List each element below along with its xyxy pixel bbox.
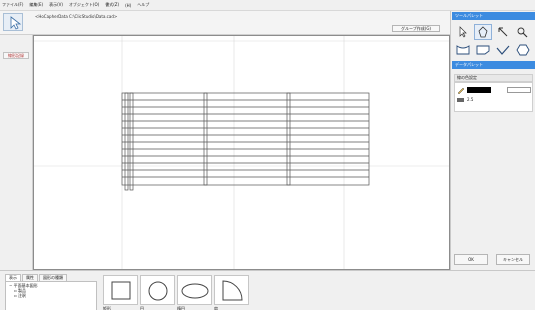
rectangle-icon bbox=[111, 281, 131, 300]
arrow-tool[interactable] bbox=[494, 24, 512, 40]
pointer-tool[interactable] bbox=[454, 24, 472, 40]
line-property-box: 2.5 bbox=[454, 82, 533, 112]
fence-drawing[interactable] bbox=[121, 92, 370, 191]
shape-item-rect[interactable]: 矩形 bbox=[103, 275, 138, 310]
zoom-tool[interactable] bbox=[514, 24, 532, 40]
menu-h[interactable]: (H) bbox=[125, 3, 131, 8]
arrow-icon bbox=[498, 27, 508, 37]
file-path: <HoCapherData C:\ClicStudio\Data.cad> bbox=[35, 14, 118, 19]
shape-caption: 円 bbox=[140, 306, 144, 310]
ok-button[interactable]: OK bbox=[454, 254, 488, 265]
ellipse-icon bbox=[181, 283, 209, 299]
line-width-icon bbox=[457, 98, 464, 102]
sector-icon bbox=[222, 280, 243, 301]
menu-edit[interactable]: 編集(E) bbox=[29, 2, 43, 8]
cursor-icon bbox=[10, 16, 22, 30]
pen-icon bbox=[457, 87, 465, 95]
tab-attributes[interactable]: 属性 bbox=[22, 274, 38, 281]
line-width-value[interactable]: 2.5 bbox=[467, 97, 473, 102]
line-color-label: 線の色設定 bbox=[454, 74, 533, 82]
line-color-swatch[interactable] bbox=[467, 87, 491, 93]
shape-caption: 矩形 bbox=[103, 306, 111, 310]
shape-thumbnail bbox=[140, 275, 175, 305]
tab-shape-tool[interactable] bbox=[474, 42, 492, 58]
shape-thumbnail bbox=[103, 275, 138, 305]
tree-item[interactable]: ▫ 注釈 bbox=[9, 293, 93, 298]
select-tool-button[interactable] bbox=[3, 13, 23, 31]
shape-item-circle[interactable]: 円 bbox=[140, 275, 175, 310]
shape-caption: 楕円 bbox=[177, 306, 185, 310]
shape-item-ellipse[interactable]: 楕円 bbox=[177, 275, 212, 310]
bottom-panel: 表示 属性 図形の種類 − 平面基本図形 ▫ 製品 ▫ 注釈 矩形 円 楕円 扇 bbox=[0, 270, 535, 310]
shape-thumbnail bbox=[177, 275, 212, 305]
menu-object[interactable]: オブジェクト(O) bbox=[69, 2, 99, 8]
tab-shape-type[interactable]: 図形の種類 bbox=[39, 274, 67, 281]
cancel-button[interactable]: キャンセル bbox=[496, 254, 530, 265]
bezier-shape-tool[interactable] bbox=[454, 42, 472, 58]
menu-file[interactable]: ファイル(F) bbox=[2, 2, 23, 8]
line-record-button[interactable]: 線形記録 bbox=[3, 52, 29, 59]
canvas-drawing bbox=[34, 36, 449, 269]
tab-shape-icon bbox=[476, 45, 490, 55]
fill-color-swatch[interactable] bbox=[507, 87, 531, 93]
hexagon-icon bbox=[516, 44, 530, 56]
group-create-button[interactable]: グループ作成(G) bbox=[392, 25, 440, 32]
menu-view[interactable]: 表示(V) bbox=[49, 2, 63, 8]
left-strip: 線形記録 bbox=[0, 35, 33, 270]
shape-tree: − 平面基本図形 ▫ 製品 ▫ 注釈 bbox=[5, 281, 97, 310]
data-palette-header: データパレット bbox=[452, 61, 535, 69]
bottom-tabs: 表示 属性 図形の種類 bbox=[5, 274, 68, 281]
drawing-canvas[interactable] bbox=[33, 35, 450, 270]
right-panel: ツールパレット データパレット 線の色設定 2.5 OK キャンセル bbox=[450, 11, 535, 270]
lasso-icon bbox=[478, 26, 488, 38]
hexagon-shape-tool[interactable] bbox=[514, 42, 532, 58]
check-shape-tool[interactable] bbox=[494, 42, 512, 58]
tab-view[interactable]: 表示 bbox=[5, 274, 21, 281]
toolbar: <HoCapherData C:\ClicStudio\Data.cad> グル… bbox=[0, 11, 450, 35]
circle-icon bbox=[148, 281, 168, 301]
menu-help[interactable]: ヘルプ bbox=[137, 2, 149, 8]
menu-bar: ファイル(F) 編集(E) 表示(V) オブジェクト(O) 書式(Z) (H) … bbox=[0, 0, 535, 11]
shape-item-sector[interactable]: 扇 bbox=[214, 275, 249, 310]
tool-palette-header: ツールパレット bbox=[452, 12, 535, 20]
shape-caption: 扇 bbox=[214, 306, 218, 310]
check-shape-icon bbox=[496, 45, 510, 55]
menu-format[interactable]: 書式(Z) bbox=[105, 2, 119, 8]
magnifier-icon bbox=[517, 27, 528, 38]
pointer-icon bbox=[459, 26, 467, 38]
lasso-tool[interactable] bbox=[474, 24, 492, 40]
shape-thumbnail bbox=[214, 275, 249, 305]
bezier-shape-icon bbox=[456, 45, 470, 55]
